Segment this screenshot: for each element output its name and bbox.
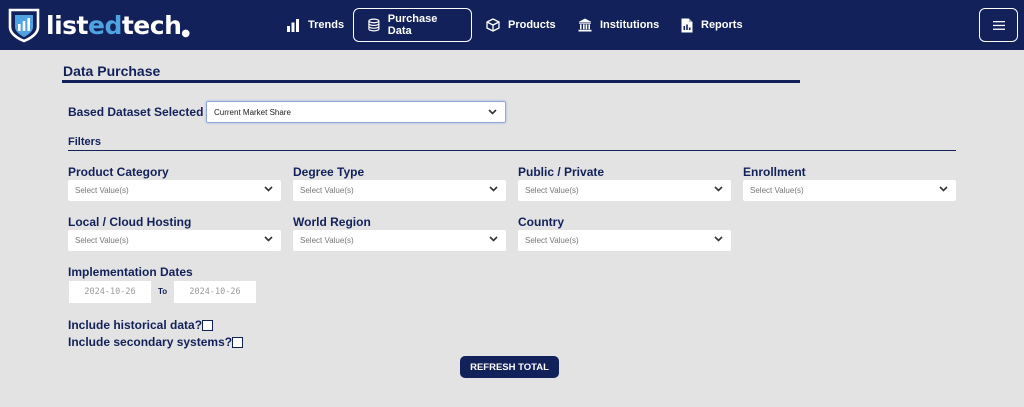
- nav-purchase-data[interactable]: Purchase Data: [353, 8, 472, 42]
- degree-type-placeholder: Select Value(s): [300, 186, 354, 195]
- start-date-input[interactable]: 2024-10-26: [69, 281, 151, 303]
- enrollment-placeholder: Select Value(s): [750, 186, 804, 195]
- page-title: Data Purchase: [63, 63, 161, 79]
- chevron-down-icon: [264, 186, 273, 192]
- hosting-select[interactable]: Select Value(s): [68, 230, 281, 251]
- institution-icon: [578, 18, 592, 32]
- end-date-input[interactable]: 2024-10-26: [174, 281, 256, 303]
- public-private-label: Public / Private: [518, 165, 605, 179]
- nav-institutions-label: Institutions: [600, 19, 660, 31]
- secondary-systems-label: Include secondary systems?: [68, 335, 233, 349]
- country-select[interactable]: Select Value(s): [518, 230, 731, 251]
- hamburger-icon: [992, 20, 1005, 30]
- brand-dot: ●: [181, 27, 190, 39]
- nav-purchase-data-label: Purchase Data: [387, 13, 438, 37]
- enrollment-select[interactable]: Select Value(s): [743, 180, 956, 201]
- nav-products-label: Products: [508, 19, 556, 31]
- implementation-dates-label: Implementation Dates: [68, 265, 193, 279]
- degree-type-label: Degree Type: [293, 165, 365, 179]
- nav-trends[interactable]: Trends: [272, 8, 358, 42]
- brand-part-2: ed: [87, 10, 122, 40]
- top-navbar: listedtech● Trends Purchase Data Product…: [0, 0, 1024, 50]
- filters-heading: Filters: [68, 136, 102, 148]
- chevron-down-icon: [714, 236, 723, 242]
- title-divider: [62, 80, 800, 83]
- brand-name: listedtech●: [46, 11, 190, 40]
- historical-data-label: Include historical data?: [68, 318, 203, 332]
- product-category-select[interactable]: Select Value(s): [68, 180, 281, 201]
- date-to-label: To: [158, 287, 168, 296]
- world-region-select[interactable]: Select Value(s): [293, 230, 506, 251]
- report-document-icon: [681, 18, 693, 32]
- chevron-down-icon: [489, 236, 498, 242]
- dataset-select[interactable]: Current Market Share: [206, 101, 506, 123]
- bar-chart-icon: [287, 18, 299, 32]
- country-label: Country: [518, 215, 564, 229]
- chevron-down-icon: [488, 109, 497, 115]
- nav-reports[interactable]: Reports: [667, 8, 757, 42]
- hosting-placeholder: Select Value(s): [75, 236, 129, 245]
- dataset-select-value: Current Market Share: [214, 107, 291, 117]
- nav-institutions[interactable]: Institutions: [564, 8, 673, 42]
- chevron-down-icon: [264, 236, 273, 242]
- nav-reports-label: Reports: [701, 19, 743, 31]
- filters-divider: [68, 150, 956, 151]
- product-category-placeholder: Select Value(s): [75, 186, 129, 195]
- brand-part-1: list: [46, 10, 88, 40]
- database-icon: [368, 18, 380, 32]
- country-placeholder: Select Value(s): [525, 236, 579, 245]
- enrollment-label: Enrollment: [743, 165, 806, 179]
- chevron-down-icon: [714, 186, 723, 192]
- nav-products[interactable]: Products: [472, 8, 570, 42]
- nav-trends-label: Trends: [308, 19, 345, 31]
- world-region-placeholder: Select Value(s): [300, 236, 354, 245]
- brand-part-3: tech: [121, 10, 182, 40]
- dataset-label: Based Dataset Selected: [68, 105, 204, 119]
- public-private-select[interactable]: Select Value(s): [518, 180, 731, 201]
- world-region-label: World Region: [293, 215, 371, 229]
- historical-data-checkbox[interactable]: [202, 320, 213, 331]
- degree-type-select[interactable]: Select Value(s): [293, 180, 506, 201]
- secondary-systems-checkbox[interactable]: [232, 337, 243, 348]
- product-category-label: Product Category: [68, 165, 169, 179]
- refresh-total-button[interactable]: REFRESH TOTAL: [460, 356, 559, 378]
- chevron-down-icon: [939, 186, 948, 192]
- hosting-label: Local / Cloud Hosting: [68, 215, 192, 229]
- menu-button[interactable]: [979, 8, 1018, 42]
- brand-logo[interactable]: listedtech●: [6, 7, 190, 43]
- chevron-down-icon: [489, 186, 498, 192]
- cube-icon: [486, 18, 500, 32]
- public-private-placeholder: Select Value(s): [525, 186, 579, 195]
- shield-logo-icon: [8, 8, 40, 43]
